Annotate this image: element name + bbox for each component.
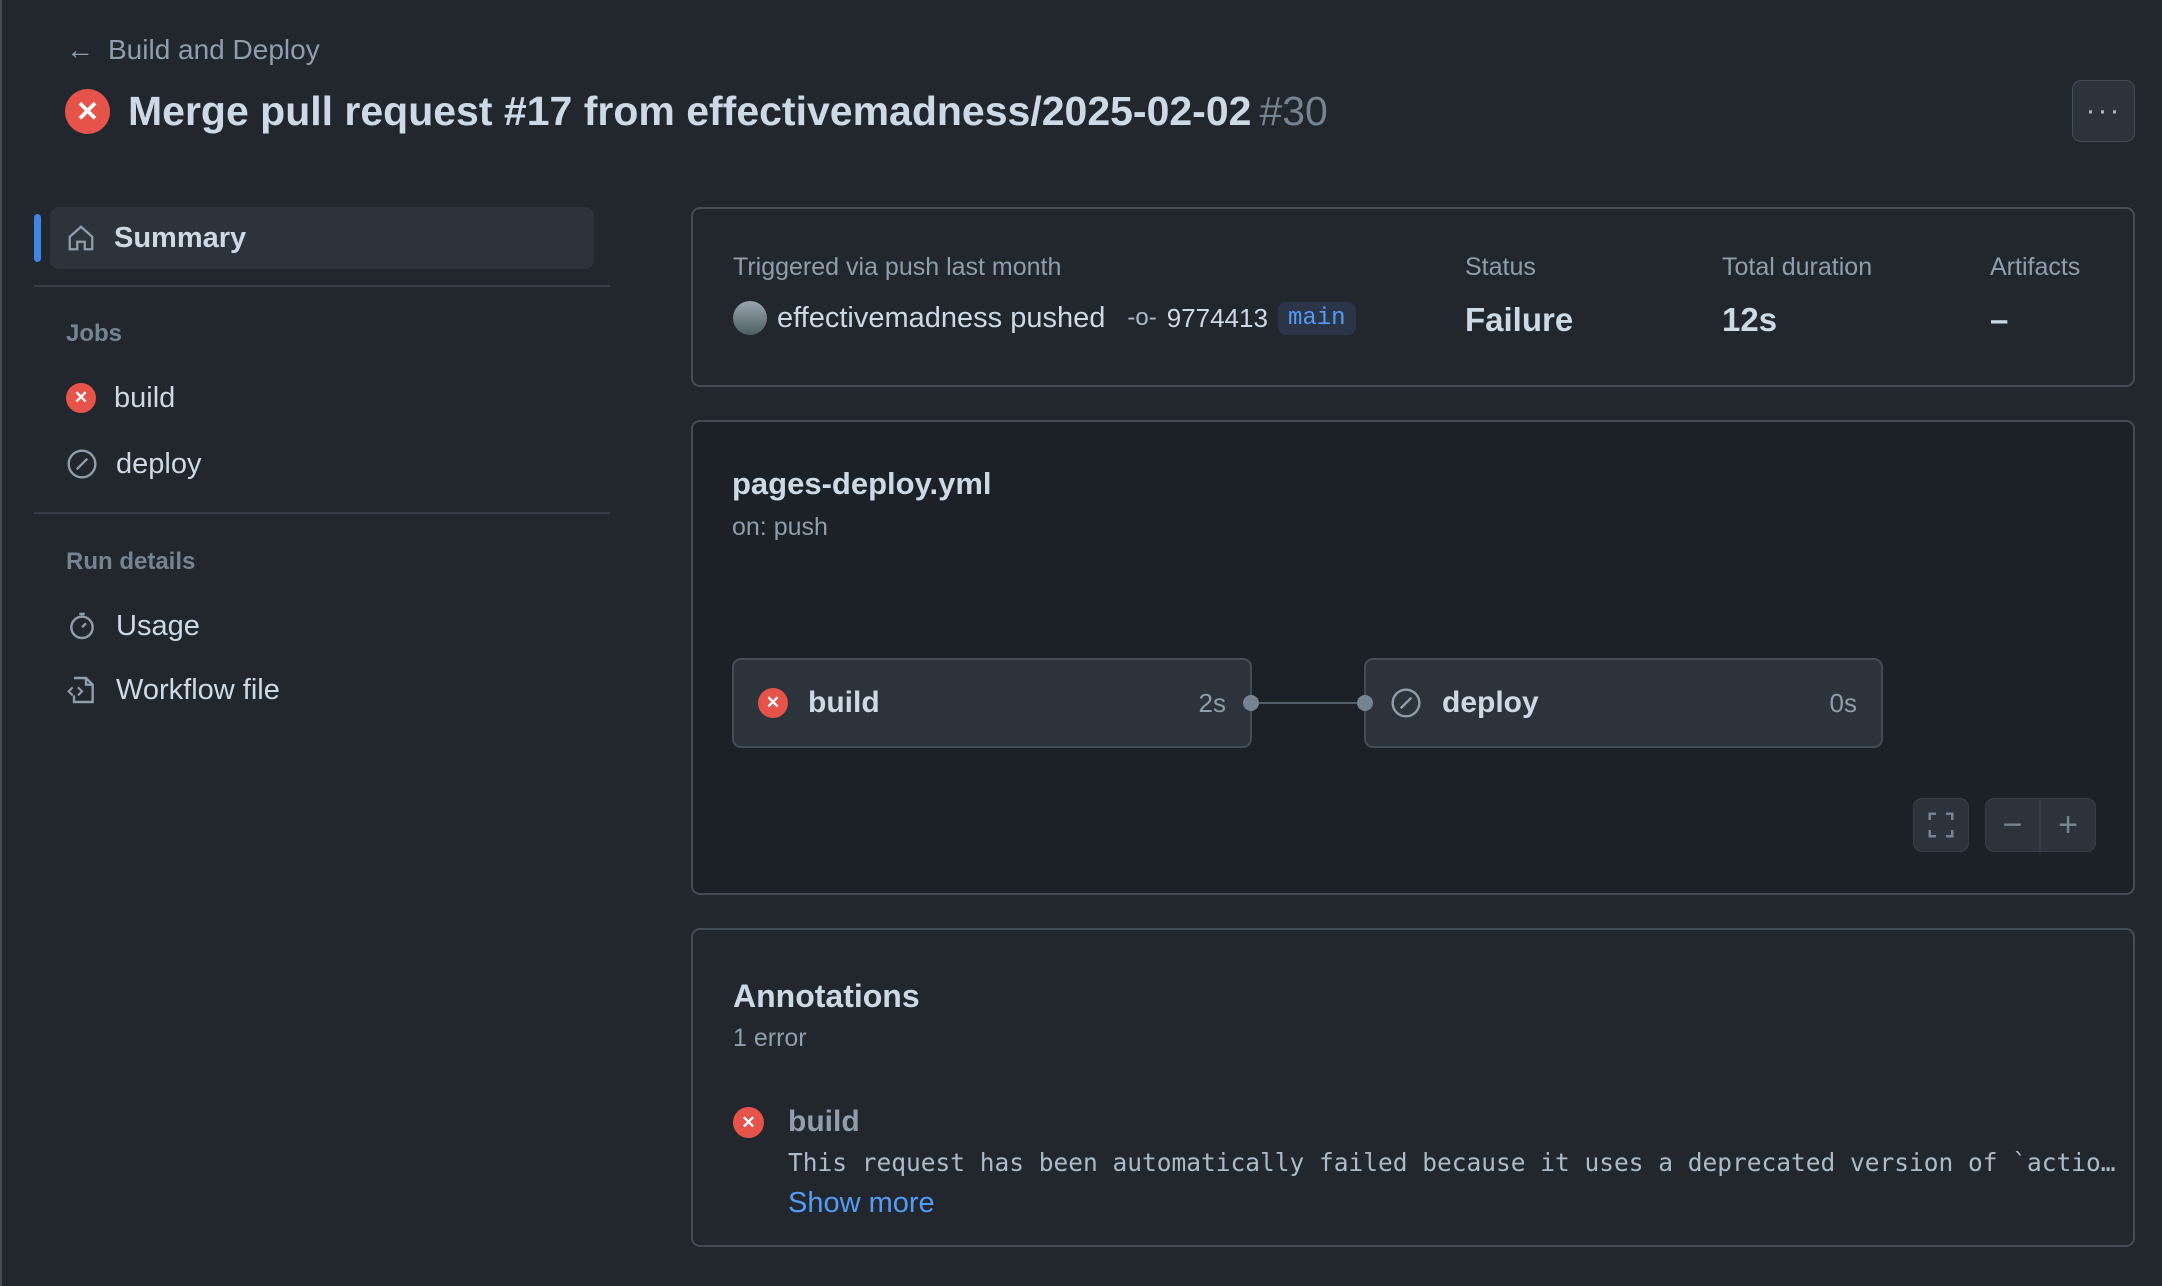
- sidebar-item-summary[interactable]: Summary: [50, 207, 594, 269]
- status-value: Failure: [1465, 301, 1574, 338]
- divider: [34, 512, 610, 514]
- node-port: [1357, 695, 1373, 711]
- sidebar-item-workflow-file[interactable]: Workflow file: [50, 659, 594, 721]
- run-details-heading: Run details: [66, 548, 196, 575]
- run-number: #30: [1259, 88, 1328, 134]
- annotations-card: Annotations 1 error ✕ build This request…: [691, 928, 2135, 1247]
- x-circle-icon: ✕: [66, 383, 96, 413]
- node-duration: 2s: [1198, 687, 1226, 718]
- plus-icon: +: [2058, 805, 2078, 844]
- usage-label: Usage: [116, 609, 200, 642]
- fullscreen-icon: [1928, 812, 1954, 838]
- back-link[interactable]: ← Build and Deploy: [66, 34, 320, 66]
- skipped-icon: [1391, 688, 1421, 718]
- sidebar-item-deploy[interactable]: deploy: [50, 433, 594, 495]
- jobs-heading: Jobs: [66, 320, 123, 347]
- x-circle-icon: ✕: [65, 89, 110, 134]
- x-circle-icon: ✕: [758, 688, 788, 718]
- stopwatch-icon: [70, 612, 94, 640]
- edge-connector: [1259, 702, 1371, 704]
- duration-value: 12s: [1722, 301, 1778, 338]
- node-label: build: [808, 686, 880, 719]
- status-label: Status: [1465, 253, 1536, 281]
- show-more-link[interactable]: Show more: [788, 1187, 935, 1220]
- zoom-out-button[interactable]: −: [1985, 798, 2040, 852]
- avatar[interactable]: [733, 301, 767, 335]
- graph-node-build[interactable]: ✕ build 2s: [732, 658, 1252, 748]
- home-icon: [68, 225, 94, 251]
- fullscreen-button[interactable]: [1913, 798, 1969, 852]
- arrow-left-icon: ←: [66, 34, 94, 65]
- annotation-message: This request has been automatically fail…: [788, 1148, 2116, 1177]
- zoom-in-button[interactable]: +: [2040, 798, 2096, 852]
- x-circle-icon: ✕: [733, 1107, 764, 1138]
- branch-badge[interactable]: main: [1277, 301, 1356, 335]
- run-title: Merge pull request #17 from effectivemad…: [128, 88, 1252, 134]
- actor-text[interactable]: effectivemadness pushed: [777, 302, 1105, 335]
- node-duration: 0s: [1829, 687, 1857, 718]
- sidebar-item-build[interactable]: ✕ build: [50, 367, 594, 429]
- sidebar-item-usage[interactable]: Usage: [50, 595, 594, 657]
- summary-label: Summary: [114, 221, 247, 254]
- workflow-filename[interactable]: pages-deploy.yml: [732, 466, 992, 502]
- job-label: build: [114, 381, 176, 414]
- run-summary-card: Triggered via push last month effectivem…: [691, 207, 2135, 387]
- trigger-text: Triggered via push last month: [733, 253, 1062, 281]
- selected-indicator: [34, 214, 41, 262]
- node-port: [1243, 695, 1259, 711]
- duration-label: Total duration: [1722, 253, 1873, 281]
- divider: [34, 285, 610, 287]
- minus-icon: −: [2002, 805, 2023, 844]
- artifacts-value: –: [1990, 301, 2009, 338]
- commit-icon: -o-: [1127, 304, 1157, 331]
- page-title: ✕ Merge pull request #17 from effectivem…: [65, 88, 1328, 135]
- workflow-trigger: on: push: [732, 513, 828, 541]
- more-options-button[interactable]: ···: [2072, 80, 2135, 142]
- skipped-icon: [67, 449, 97, 479]
- annotation-job[interactable]: build: [788, 1105, 860, 1139]
- workflow-file-label: Workflow file: [116, 673, 280, 706]
- annotations-title: Annotations: [733, 978, 920, 1014]
- node-label: deploy: [1442, 686, 1539, 719]
- graph-node-deploy[interactable]: deploy 0s: [1364, 658, 1883, 748]
- annotations-count: 1 error: [733, 1024, 807, 1052]
- file-code-icon: [67, 676, 94, 704]
- job-label: deploy: [116, 447, 202, 480]
- commit-sha[interactable]: 9774413: [1167, 303, 1268, 334]
- back-label: Build and Deploy: [108, 34, 320, 65]
- artifacts-label: Artifacts: [1990, 253, 2081, 281]
